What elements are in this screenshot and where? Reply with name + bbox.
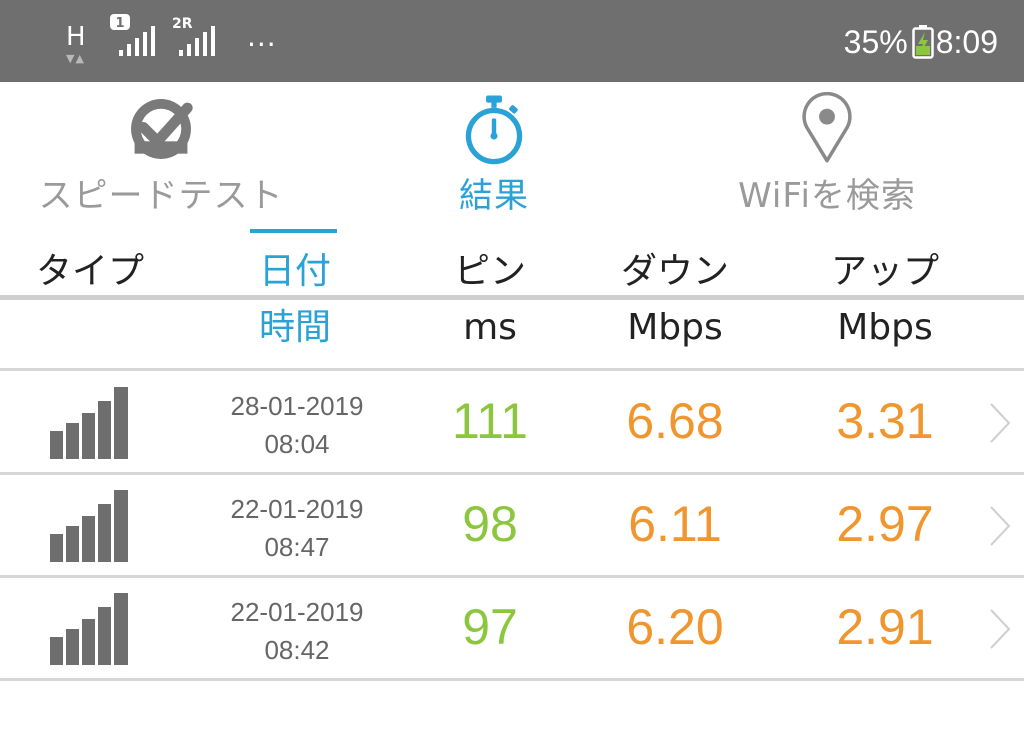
location-pin-icon [802, 92, 852, 163]
cellular-signal-icon [50, 387, 128, 459]
data-activity-icon: ▼▲ [66, 52, 85, 65]
column-header-upload-label: アップ [830, 251, 939, 292]
result-date: 28-01-2019 [230, 391, 364, 421]
column-header-ping-label: ピン [453, 251, 526, 292]
tab-wifi-search[interactable]: WiFiを検索 [720, 82, 934, 217]
column-header-date-label: 日付 [258, 251, 331, 292]
cellular-signal-icon [50, 490, 128, 562]
result-date: 22-01-2019 [230, 494, 364, 524]
table-row[interactable]: 22-01-2019 08:42 97 6.20 2.91 [0, 577, 1024, 681]
column-header-download-unit: Mbps [627, 307, 723, 348]
result-ping: 98 [462, 496, 518, 552]
table-row[interactable]: 22-01-2019 08:47 98 6.11 2.97 [0, 474, 1024, 578]
clock: 8:09 [935, 23, 998, 60]
result-datetime: 28-01-2019 08:04 [212, 387, 382, 463]
result-upload: 2.97 [836, 496, 934, 552]
row-divider [0, 678, 1024, 681]
result-ping: 97 [462, 599, 518, 655]
battery-charging-icon [911, 25, 934, 59]
chevron-right-icon [990, 506, 1011, 546]
result-date: 22-01-2019 [230, 597, 364, 627]
column-header-time-label: 時間 [258, 307, 331, 348]
column-header-date[interactable]: 日付 時間 [230, 244, 360, 356]
column-header-ping[interactable]: ピン ms [420, 244, 560, 356]
result-datetime: 22-01-2019 08:42 [212, 593, 382, 669]
stopwatch-icon [465, 95, 523, 165]
result-upload: 3.31 [836, 393, 934, 449]
tab-speedtest[interactable]: スピードテスト [30, 82, 292, 217]
result-time: 08:47 [264, 532, 330, 562]
tab-wifi-search-label: WiFiを検索 [738, 176, 916, 216]
status-right: 35% 8:09 [844, 22, 998, 62]
tab-speedtest-label: スピードテスト [38, 176, 284, 216]
tab-results[interactable]: 結果 [420, 82, 568, 217]
result-time: 08:04 [264, 429, 330, 459]
result-time: 08:42 [264, 635, 330, 665]
network-type-indicator: H [66, 22, 86, 52]
table-header: タイプ 日付 時間 ピン ms ダウン Mbps アップ Mbps [0, 218, 1024, 370]
tab-bar: スピードテスト 結果 WiFiを検索 [0, 82, 1024, 300]
result-download: 6.68 [626, 393, 724, 449]
sim1-signal-icon: 1 [110, 14, 155, 56]
chevron-right-icon [990, 403, 1011, 443]
column-header-type[interactable]: タイプ [20, 244, 160, 300]
tab-results-label: 結果 [459, 176, 529, 216]
sim1-badge: 1 [115, 16, 124, 31]
chevron-right-icon [990, 609, 1011, 649]
result-download: 6.20 [626, 599, 724, 655]
cellular-signal-icon [50, 593, 128, 665]
column-header-upload[interactable]: アップ Mbps [805, 244, 965, 356]
battery-percent: 35% [843, 23, 908, 60]
result-datetime: 22-01-2019 08:47 [212, 490, 382, 566]
table-row[interactable]: 28-01-2019 08:04 111 6.68 3.31 [0, 371, 1024, 475]
speedometer-check-icon [131, 99, 193, 159]
column-header-download[interactable]: ダウン Mbps [595, 244, 755, 356]
result-ping: 111 [451, 393, 528, 449]
column-header-download-label: ダウン [620, 251, 729, 292]
sort-indicator [250, 229, 337, 233]
sim2-badge: 2R [172, 16, 193, 32]
more-notifications-indicator: ... [247, 20, 277, 53]
status-bar: H ▼▲ 1 2R ... 35% 8:09 [0, 0, 1024, 82]
sim2-signal-icon: 2R [172, 16, 215, 56]
result-download: 6.11 [628, 496, 722, 552]
column-header-ping-unit: ms [463, 307, 517, 348]
result-upload: 2.91 [836, 599, 934, 655]
column-header-type-label: タイプ [35, 251, 144, 292]
column-header-upload-unit: Mbps [837, 307, 933, 348]
